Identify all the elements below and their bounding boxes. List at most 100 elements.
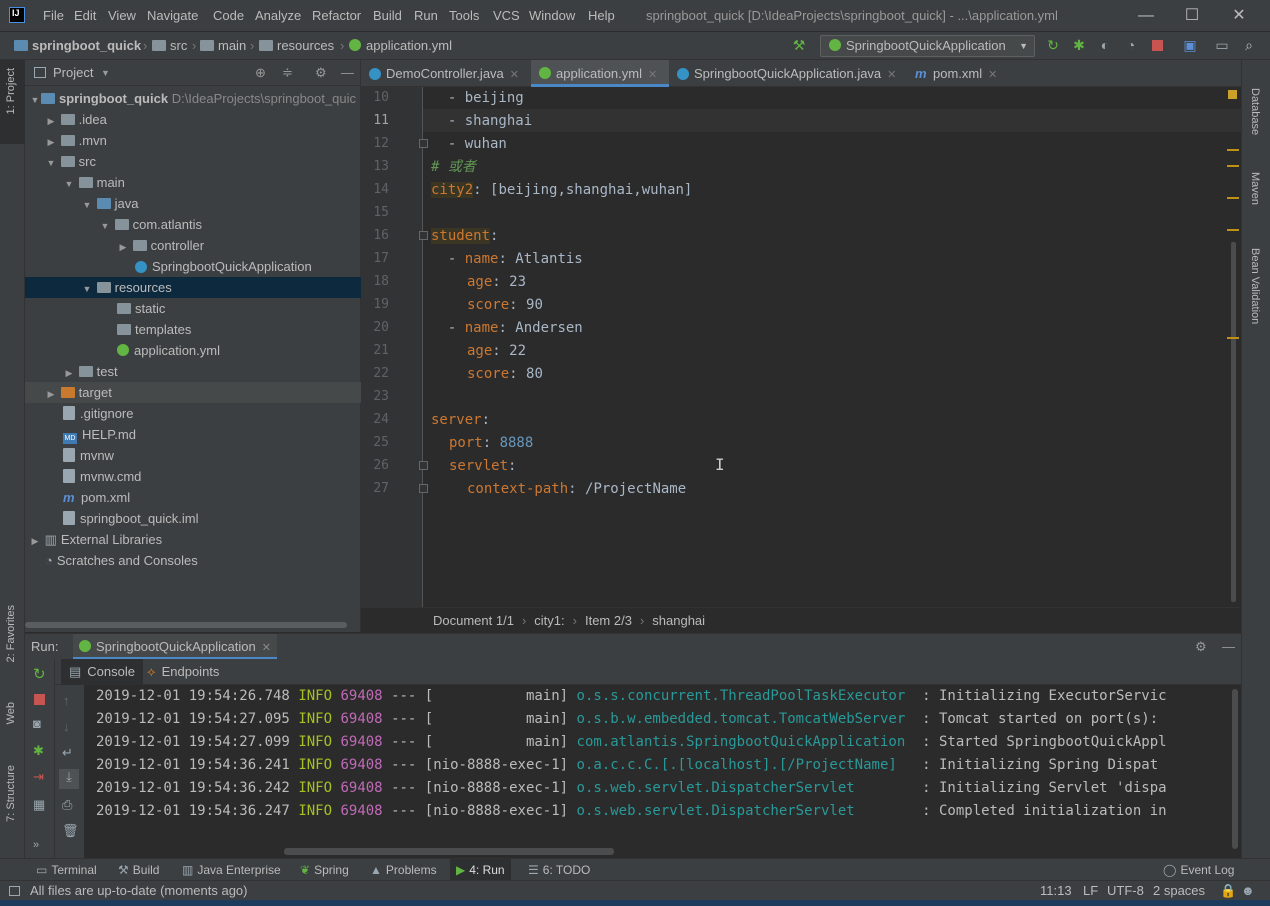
close-tab-icon[interactable]: ✕ xyxy=(887,69,896,81)
tree-item-main[interactable]: ▼ main xyxy=(25,172,361,193)
layout-icon[interactable]: ▦ xyxy=(33,797,45,813)
tool-tab-terminal[interactable]: ▭ Terminal xyxy=(36,859,97,881)
menu-analyze[interactable]: Analyze xyxy=(255,0,301,32)
tree-item-templates[interactable]: templates xyxy=(25,319,361,340)
toggle-tool-windows-icon[interactable] xyxy=(9,886,20,896)
tree-item-test[interactable]: ▶ test xyxy=(25,361,361,382)
vertical-scrollbar[interactable] xyxy=(1231,242,1236,602)
menu-run[interactable]: Run xyxy=(414,0,438,32)
tool-tab-project[interactable]: 1: Project xyxy=(5,68,17,114)
print-icon[interactable]: ⎙ xyxy=(62,797,72,813)
tree-item-application-yml[interactable]: application.yml xyxy=(25,340,361,361)
lock-icon[interactable]: 🔒 xyxy=(1220,881,1236,900)
gear-icon[interactable]: ⚙ xyxy=(315,60,327,86)
build-hammer-icon[interactable]: ⚒ xyxy=(790,36,808,54)
project-view-selector[interactable]: Project xyxy=(53,65,93,80)
tool-tab-todo[interactable]: ☰ 6: TODO xyxy=(528,859,590,881)
close-tab-icon[interactable]: ✕ xyxy=(648,69,657,81)
tool-tab-problems[interactable]: ▲ Problems xyxy=(370,859,437,881)
tool-tab-web[interactable]: Web xyxy=(5,702,17,724)
endpoints-tab[interactable]: ⟡ Endpoints xyxy=(147,659,219,685)
rerun-icon[interactable]: ↻ xyxy=(1044,36,1062,54)
menu-navigate[interactable]: Navigate xyxy=(147,0,198,32)
caret-position[interactable]: 11:13 xyxy=(1040,881,1072,900)
down-arrow-icon[interactable]: ↓ xyxy=(63,719,70,734)
inspection-status-icon[interactable] xyxy=(1228,90,1237,99)
run-app-tab[interactable]: SpringbootQuickApplication ✕ xyxy=(73,634,277,660)
fold-marker-icon[interactable] xyxy=(419,139,428,148)
crumb-city1[interactable]: city1: xyxy=(534,613,564,628)
menu-file[interactable]: File xyxy=(43,0,64,32)
tree-item-target[interactable]: ▶ target xyxy=(25,382,361,403)
horizontal-scrollbar[interactable] xyxy=(25,622,347,628)
tree-item-application-class[interactable]: SpringbootQuickApplication xyxy=(25,256,361,277)
search-icon[interactable]: ⌕ xyxy=(1240,36,1258,54)
tool-tab-structure[interactable]: 7: Structure xyxy=(5,765,17,822)
presentation-icon[interactable]: ▭ xyxy=(1213,36,1231,54)
menu-view[interactable]: View xyxy=(108,0,136,32)
tree-item-scratches[interactable]: ◔ Scratches and Consoles xyxy=(25,550,361,571)
tree-item-iml[interactable]: springboot_quick.iml xyxy=(25,508,361,529)
menu-code[interactable]: Code xyxy=(213,0,244,32)
debug-icon[interactable]: ✱ xyxy=(1070,36,1088,54)
scroll-to-end-icon[interactable]: ⤓ xyxy=(59,769,79,789)
tree-item-resources[interactable]: ▼ resources xyxy=(25,277,361,298)
tool-tab-run[interactable]: ▶ 4: Run xyxy=(450,859,511,881)
menu-help[interactable]: Help xyxy=(588,0,615,32)
event-log-tab[interactable]: ◯ Event Log xyxy=(1163,859,1234,881)
tree-item-src[interactable]: ▼ src xyxy=(25,151,361,172)
tool-tab-maven[interactable]: Maven xyxy=(1249,172,1261,205)
tree-item-mvnw-cmd[interactable]: mvnw.cmd xyxy=(25,466,361,487)
line-separator[interactable]: LF xyxy=(1083,881,1098,900)
chevron-down-icon[interactable]: ▼ xyxy=(101,60,110,86)
tree-item-help-md[interactable]: MD HELP.md xyxy=(25,424,361,445)
menu-edit[interactable]: Edit xyxy=(74,0,96,32)
up-arrow-icon[interactable]: ↑ xyxy=(63,693,70,708)
debug-icon[interactable]: ✱ xyxy=(33,743,44,759)
rerun-icon[interactable]: ↻ xyxy=(33,665,46,683)
minimize-icon[interactable]: — xyxy=(1136,6,1156,26)
camera-icon[interactable]: ◙ xyxy=(33,716,41,731)
coverage-icon[interactable]: ◐ xyxy=(1096,36,1114,54)
profile-icon[interactable]: ◔ xyxy=(1122,36,1140,54)
tool-tab-build[interactable]: ⚒ Build xyxy=(118,859,159,881)
hide-panel-icon[interactable]: — xyxy=(1222,634,1235,660)
tree-item-controller[interactable]: ▶ controller xyxy=(25,235,361,256)
tree-item-mvnw[interactable]: mvnw xyxy=(25,445,361,466)
indent-setting[interactable]: 2 spaces xyxy=(1153,881,1205,900)
soft-wrap-icon[interactable]: ↵ xyxy=(62,745,73,761)
tool-tab-favorites[interactable]: 2: Favorites xyxy=(5,605,17,662)
locate-file-icon[interactable]: ⊕ xyxy=(255,60,266,86)
breadcrumb-main[interactable]: main xyxy=(200,32,246,60)
tree-item-mvn[interactable]: ▶ .mvn xyxy=(25,130,361,151)
close-tab-icon[interactable]: ✕ xyxy=(262,642,271,654)
fold-marker-icon[interactable] xyxy=(419,231,428,240)
tree-item-root[interactable]: ▼ springboot_quick D:\IdeaProjects\spring… xyxy=(25,88,361,109)
menu-build[interactable]: Build xyxy=(373,0,402,32)
tree-item-java[interactable]: ▼ java xyxy=(25,193,361,214)
close-tab-icon[interactable]: ✕ xyxy=(510,69,519,81)
tool-tab-java-enterprise[interactable]: ▥ Java Enterprise xyxy=(182,859,281,881)
crumb-value[interactable]: shanghai xyxy=(652,613,705,628)
hide-panel-icon[interactable]: — xyxy=(341,60,354,86)
inspector-icon[interactable]: ☻ xyxy=(1241,881,1255,900)
tree-item-pom[interactable]: m pom.xml xyxy=(25,487,361,508)
console-tab[interactable]: ▤ Console xyxy=(61,659,143,685)
tree-item-external-libraries[interactable]: ▶ ▥ External Libraries xyxy=(25,529,361,550)
file-encoding[interactable]: UTF-8 xyxy=(1107,881,1144,900)
close-window-icon[interactable]: ✕ xyxy=(1229,6,1249,26)
close-tab-icon[interactable]: ✕ xyxy=(988,69,997,81)
run-configuration-dropdown[interactable]: SpringbootQuickApplication ▼ xyxy=(820,35,1035,57)
tab-application-yml[interactable]: application.yml ✕ xyxy=(531,60,669,87)
tree-item-package[interactable]: ▼ com.atlantis xyxy=(25,214,361,235)
collapse-all-icon[interactable]: ≑ xyxy=(282,60,293,86)
tree-item-static[interactable]: static xyxy=(25,298,361,319)
menu-refactor[interactable]: Refactor xyxy=(312,0,361,32)
menu-window[interactable]: Window xyxy=(529,0,575,32)
console-output[interactable]: 2019-12-01 19:54:26.748 INFO 69408 --- [… xyxy=(84,685,1241,858)
breadcrumb-resources[interactable]: resources xyxy=(259,32,334,60)
gear-icon[interactable]: ⚙ xyxy=(1195,634,1207,660)
exit-icon[interactable]: ⇥ xyxy=(33,769,44,785)
project-structure-icon[interactable]: ▣ xyxy=(1181,36,1199,54)
crumb-document[interactable]: Document 1/1 xyxy=(433,613,514,628)
